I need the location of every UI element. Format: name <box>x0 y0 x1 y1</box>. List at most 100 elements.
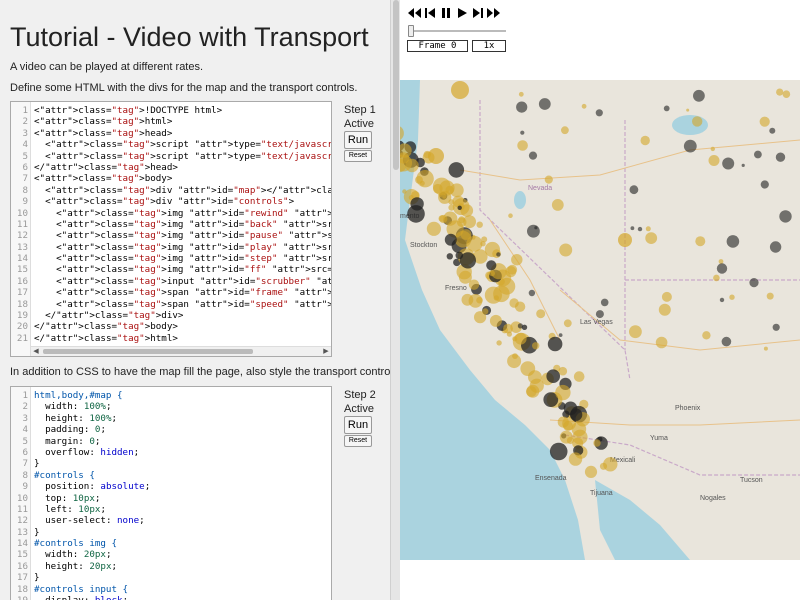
code-line[interactable]: 5 <"attr">class="tag">script "attr">type… <box>11 151 331 162</box>
code-text[interactable]: width: 20px; <box>34 549 111 560</box>
code-line[interactable]: 2 width: 100%; <box>11 401 331 412</box>
code-text[interactable]: <"attr">class="tag">script "attr">type="… <box>34 139 331 150</box>
code-line[interactable]: 19 display: block; <box>11 595 331 600</box>
code-line[interactable]: 1 <"attr">class="tag">!DOCTYPE html> <box>11 105 331 116</box>
code-text[interactable]: <"attr">class="tag">body> <box>34 173 172 184</box>
scrubber-slider[interactable] <box>408 24 506 38</box>
code-text[interactable]: <"attr">class="tag">span "attr">id="spee… <box>34 299 331 310</box>
code-line[interactable]: 16 height: 20px; <box>11 561 331 572</box>
code-text[interactable]: user-select: none; <box>34 515 145 526</box>
code-line[interactable]: 14 #controls img { <box>11 538 331 549</box>
code-text[interactable]: height: 20px; <box>34 561 117 572</box>
code-line[interactable]: 15 width: 20px; <box>11 549 331 560</box>
scroll-left-icon[interactable]: ◀ <box>31 347 41 356</box>
code-text[interactable]: <"attr">class="tag">div "attr">id="contr… <box>34 196 294 207</box>
code-text[interactable]: <"attr">class="tag">img "attr">id="play"… <box>34 242 331 253</box>
code-line[interactable]: 10 <"attr">class="tag">img "attr">id="re… <box>11 208 331 219</box>
code-text[interactable]: #controls img { <box>34 538 117 549</box>
code-line[interactable]: 12 user-select: none; <box>11 515 331 526</box>
code-line[interactable]: 3 <"attr">class="tag">head> <box>11 128 331 139</box>
code-line[interactable]: 8 #controls { <box>11 470 331 481</box>
code-line[interactable]: 11 left: 10px; <box>11 504 331 515</box>
code-line[interactable]: 14 <"attr">class="tag">img "attr">id="st… <box>11 253 331 264</box>
code-text[interactable]: <"attr">class="tag">img "attr">id="back"… <box>34 219 331 230</box>
map-view[interactable]: Nevada Las Vegas Phoenix Tucson Stockton… <box>400 80 800 560</box>
play-icon[interactable] <box>454 6 470 20</box>
scrollbar-thumb[interactable] <box>43 349 253 354</box>
step2-reset-button[interactable]: Reset <box>344 435 372 447</box>
code-text[interactable]: <"attr">class="tag">div "attr">id="map">… <box>34 185 331 196</box>
pause-icon[interactable] <box>438 6 454 20</box>
rewind-icon[interactable] <box>406 6 422 20</box>
step2-run-button[interactable]: Run <box>344 416 372 434</box>
html-code-editor[interactable]: 1 <"attr">class="tag">!DOCTYPE html> 2 <"at… <box>10 101 332 357</box>
code-line[interactable]: 2 <"attr">class="tag">html> <box>11 116 331 127</box>
step-icon[interactable] <box>470 6 486 20</box>
pane-divider-scrollbar[interactable] <box>390 0 400 600</box>
code-text[interactable]: top: 10px; <box>34 493 100 504</box>
code-line[interactable]: 20 </"attr">class="tag">body> <box>11 321 331 332</box>
code-text[interactable]: <"attr">class="tag">input "attr">id="scr… <box>34 276 331 287</box>
code-text[interactable]: <"attr">class="tag">html> <box>34 116 172 127</box>
scroll-right-icon[interactable]: ▶ <box>321 347 331 356</box>
code-line[interactable]: 10 top: 10px; <box>11 493 331 504</box>
code-line[interactable]: 18 <"attr">class="tag">span "attr">id="s… <box>11 299 331 310</box>
code-line[interactable]: 7 <"attr">class="tag">body> <box>11 173 331 184</box>
code-line[interactable]: 13 <"attr">class="tag">img "attr">id="pl… <box>11 242 331 253</box>
step1-run-button[interactable]: Run <box>344 131 372 149</box>
code-text[interactable]: width: 100%; <box>34 401 111 412</box>
scrollbar-thumb[interactable] <box>393 0 399 170</box>
code-text[interactable]: <"attr">class="tag">head> <box>34 128 172 139</box>
step1-reset-button[interactable]: Reset <box>344 150 372 162</box>
code-content[interactable]: 1 html,body,#map {2 width: 100%; 3 height:… <box>11 390 331 600</box>
code-text[interactable]: <"attr">class="tag">!DOCTYPE html> <box>34 105 222 116</box>
code-line[interactable]: 9 <"attr">class="tag">div "attr">id="con… <box>11 196 331 207</box>
code-text[interactable]: overflow: hidden; <box>34 447 139 458</box>
code-line[interactable]: 12 <"attr">class="tag">img "attr">id="pa… <box>11 230 331 241</box>
code-text[interactable]: </"attr">class="tag">body> <box>34 321 178 332</box>
code-text[interactable]: <"attr">class="tag">img "attr">id="step"… <box>34 253 331 264</box>
code-text[interactable]: position: absolute; <box>34 481 150 492</box>
code-line[interactable]: 3 height: 100%; <box>11 413 331 424</box>
code-text[interactable]: <"attr">class="tag">img "attr">id="ff" "… <box>34 264 331 275</box>
code-line[interactable]: 6 </"attr">class="tag">head> <box>11 162 331 173</box>
code-text[interactable]: </"attr">class="tag">head> <box>34 162 178 173</box>
code-line[interactable]: 8 <"attr">class="tag">div "attr">id="map… <box>11 185 331 196</box>
scrubber-track[interactable] <box>408 30 506 32</box>
code-line[interactable]: 18 #controls input { <box>11 584 331 595</box>
code-text[interactable]: #controls { <box>34 470 95 481</box>
code-text[interactable]: html,body,#map { <box>34 390 123 401</box>
code-line[interactable]: 4 <"attr">class="tag">script "attr">type… <box>11 139 331 150</box>
back-icon[interactable] <box>422 6 438 20</box>
map-canvas[interactable]: Nevada Las Vegas Phoenix Tucson Stockton… <box>400 80 800 560</box>
code-line[interactable]: 17 <"attr">class="tag">span "attr">id="f… <box>11 287 331 298</box>
speed-indicator[interactable]: 1x <box>472 40 506 52</box>
code-text[interactable]: <"attr">class="tag">span "attr">id="fram… <box>34 287 331 298</box>
code-text[interactable]: left: 10px; <box>34 504 106 515</box>
code-line[interactable]: 7} <box>11 458 331 469</box>
code-line[interactable]: 11 <"attr">class="tag">img "attr">id="ba… <box>11 219 331 230</box>
code-line[interactable]: 5 margin: 0; <box>11 436 331 447</box>
code-text[interactable]: } <box>34 458 40 469</box>
code-text[interactable]: } <box>34 572 40 583</box>
code-line[interactable]: 16 <"attr">class="tag">input "attr">id="… <box>11 276 331 287</box>
code-text[interactable]: </"attr">class="tag">div> <box>34 310 183 321</box>
code-line[interactable]: 9 position: absolute; <box>11 481 331 492</box>
code-text[interactable]: padding: 0; <box>34 424 106 435</box>
code-text[interactable]: display: block; <box>34 595 128 600</box>
code-content[interactable]: 1 <"attr">class="tag">!DOCTYPE html> 2 <"at… <box>11 105 331 344</box>
scrubber-thumb[interactable] <box>408 25 414 37</box>
code-text[interactable]: } <box>34 527 40 538</box>
code-text[interactable]: #controls input { <box>34 584 128 595</box>
css-code-editor[interactable]: 1 html,body,#map {2 width: 100%; 3 height:… <box>10 386 332 600</box>
code-text[interactable]: margin: 0; <box>34 436 100 447</box>
horizontal-scrollbar[interactable]: ◀ ▶ <box>31 346 331 356</box>
code-line[interactable]: 17} <box>11 572 331 583</box>
code-line[interactable]: 1 html,body,#map { <box>11 390 331 401</box>
code-line[interactable]: 13} <box>11 527 331 538</box>
code-text[interactable]: </"attr">class="tag">html> <box>34 333 178 344</box>
code-line[interactable]: 21 </"attr">class="tag">html> <box>11 333 331 344</box>
code-text[interactable]: height: 100%; <box>34 413 117 424</box>
code-line[interactable]: 6 overflow: hidden; <box>11 447 331 458</box>
ff-icon[interactable] <box>486 6 502 20</box>
